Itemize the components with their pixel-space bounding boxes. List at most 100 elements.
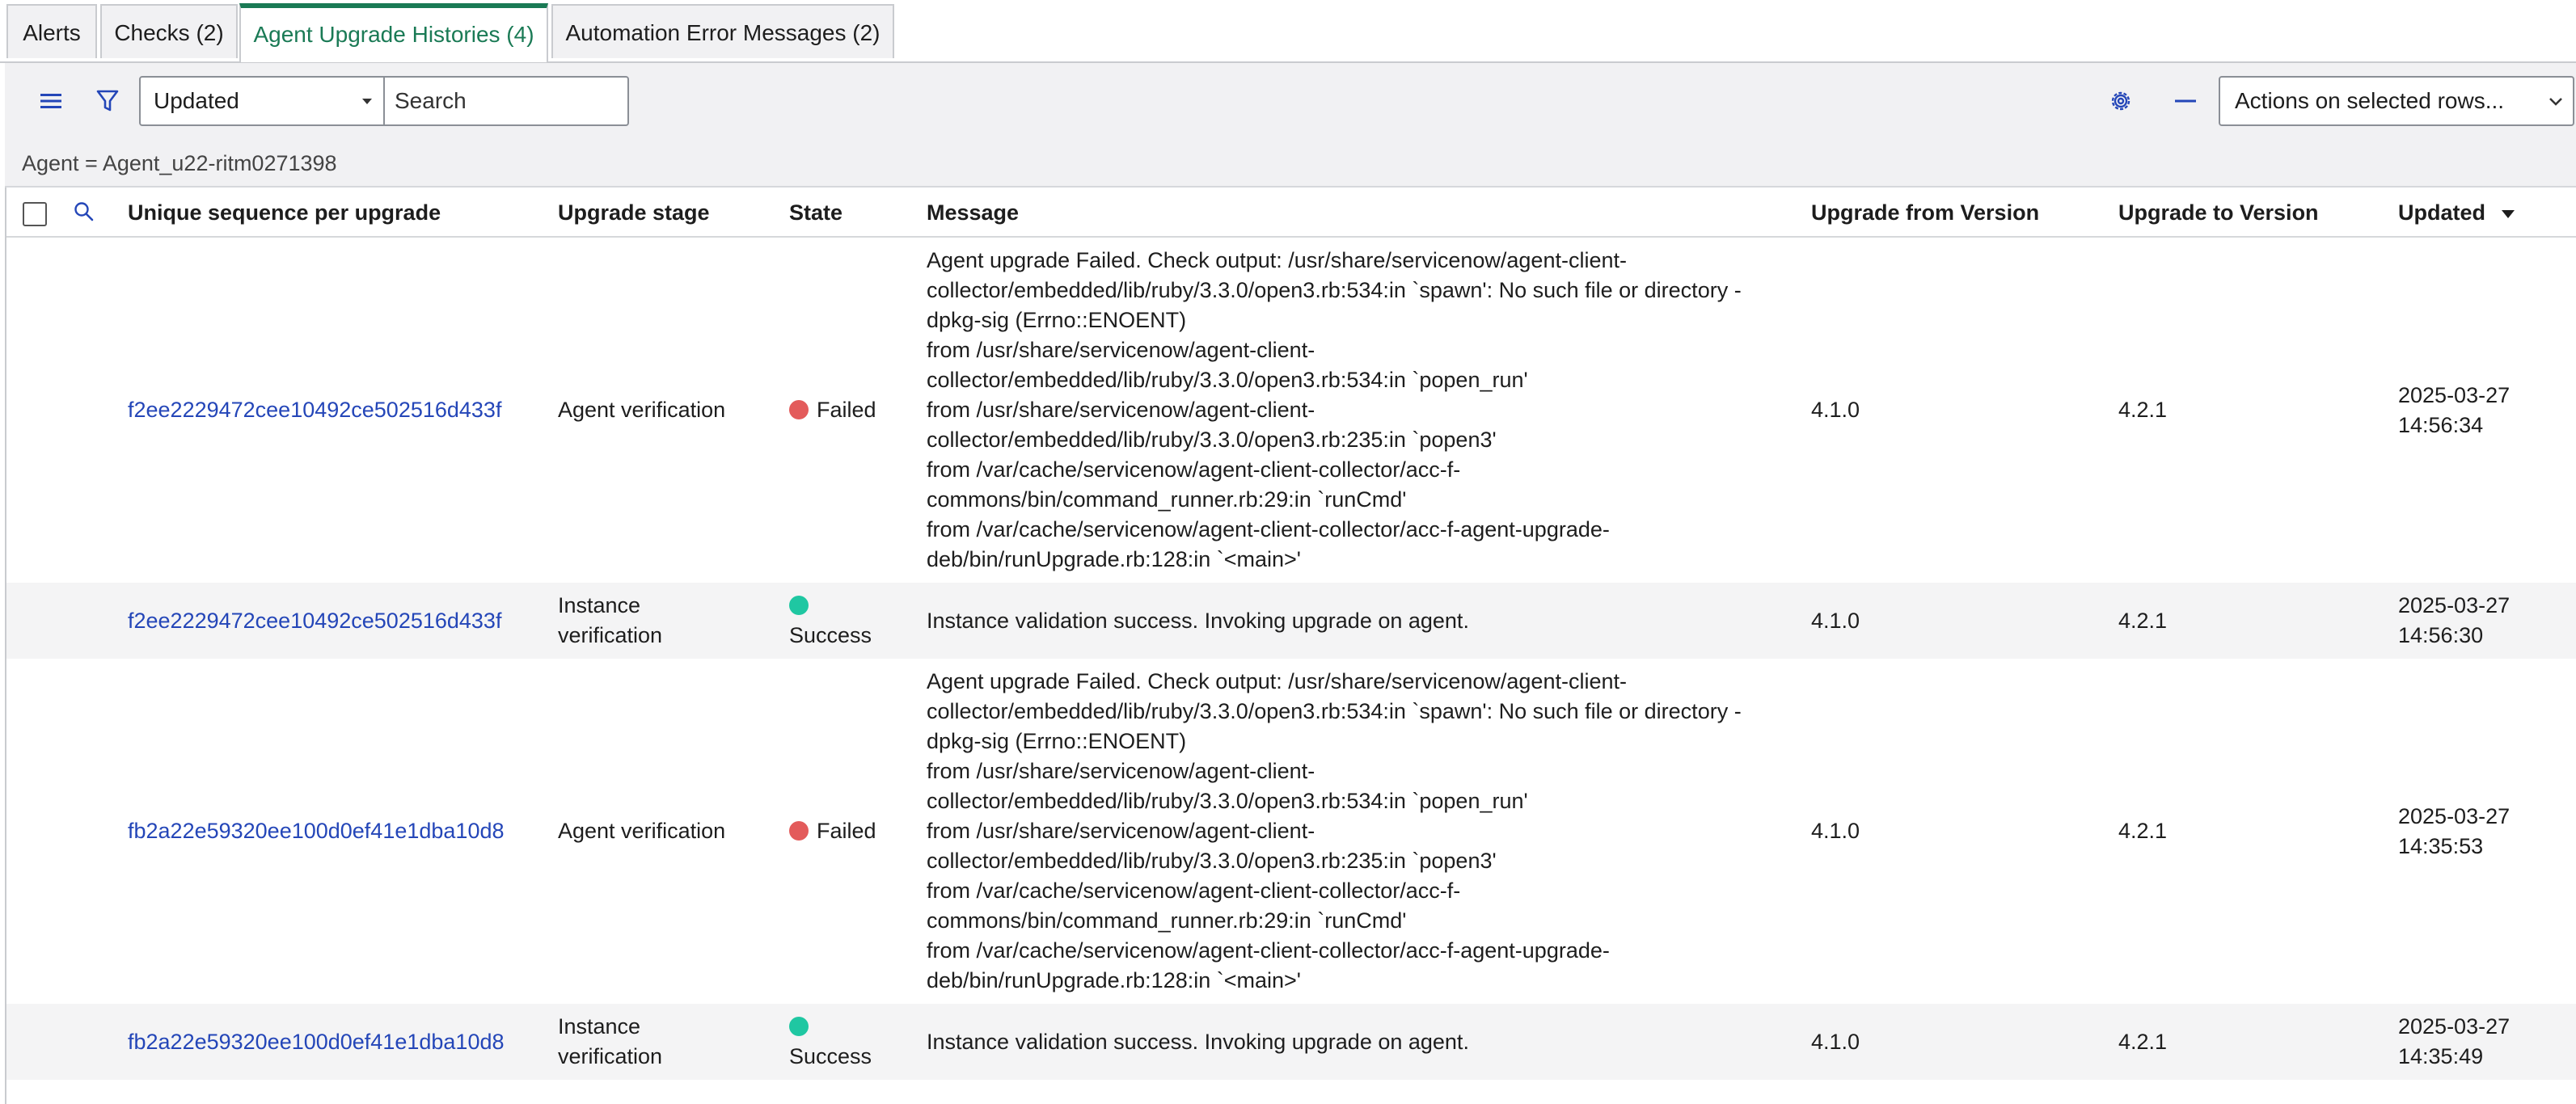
table-header: Unique sequence per upgrade Upgrade stag… <box>6 189 2576 238</box>
state-label: Failed <box>817 819 876 843</box>
updated-line: 2025-03-27 <box>2398 593 2511 617</box>
upgrade-stage-line: verification <box>558 1044 663 1068</box>
sequence-link[interactable]: fb2a22e59320ee100d0ef41e1dba10d8 <box>128 1027 505 1057</box>
caret-down-icon <box>362 99 372 104</box>
actions-select-label: Actions on selected rows... <box>2235 88 2505 113</box>
upgrade-stage-line: Agent verification <box>558 398 726 422</box>
table-row[interactable]: fb2a22e59320ee100d0ef41e1dba10d8 Instance… <box>6 1004 2576 1080</box>
message-line: collector/embedded/lib/ruby/3.3.0/open3.… <box>927 368 1528 392</box>
upgrade-from-version: 4.1.0 <box>1811 819 1860 843</box>
message-cell: Agent upgrade Failed. Check output: /usr… <box>927 667 1784 996</box>
message-line: collector/embedded/lib/ruby/3.3.0/open3.… <box>927 428 1497 452</box>
updated-line: 2025-03-27 <box>2398 804 2511 828</box>
updated-line: 2025-03-27 <box>2398 1014 2511 1039</box>
tab-bar: Alerts Checks (2) Agent Upgrade Historie… <box>0 0 2576 63</box>
message-line: collector/embedded/lib/ruby/3.3.0/open3.… <box>927 699 1742 723</box>
tab-agent-upgrade-histories[interactable]: Agent Upgrade Histories (4) <box>239 3 548 62</box>
column-header-updated[interactable]: Updated <box>2398 189 2515 236</box>
tab-automation-error-messages[interactable]: Automation Error Messages (2) <box>551 4 894 58</box>
upgrade-to-version: 4.2.1 <box>2118 819 2168 843</box>
sort-field-select[interactable]: Updated <box>139 76 385 126</box>
state-cell: Success <box>789 1012 872 1072</box>
message-line: collector/embedded/lib/ruby/3.3.0/open3.… <box>927 278 1742 302</box>
tab-checks[interactable]: Checks (2) <box>100 4 238 58</box>
message-line: from /usr/share/servicenow/agent-client- <box>927 398 1315 422</box>
message-line: commons/bin/command_runner.rb:29:in `run… <box>927 487 1407 512</box>
filter-icon[interactable] <box>91 84 125 118</box>
failed-status-icon <box>789 400 809 419</box>
state-label: Failed <box>817 398 876 422</box>
message-line: collector/embedded/lib/ruby/3.3.0/open3.… <box>927 789 1528 813</box>
upgrade-stage: Agent verification <box>558 816 725 846</box>
updated-timestamp: 2025-03-27 14:56:30 <box>2398 591 2510 651</box>
message-line: from /var/cache/servicenow/agent-client-… <box>927 457 1461 482</box>
gear-icon[interactable] <box>2104 84 2138 118</box>
table-row[interactable]: f2ee2229472cee10492ce502516d433f Agent ve… <box>6 238 2576 583</box>
updated-line: 2025-03-27 <box>2398 383 2511 407</box>
column-header-to-version[interactable]: Upgrade to Version <box>2118 189 2319 236</box>
tab-alerts[interactable]: Alerts <box>6 4 97 58</box>
column-header-updated-label: Updated <box>2398 200 2485 225</box>
column-header-message[interactable]: Message <box>927 189 1019 236</box>
message-line: deb/bin/runUpgrade.rb:128:in `<main>' <box>927 968 1301 992</box>
upgrade-stage-line: Instance <box>558 1014 641 1039</box>
upgrade-to-version: 4.2.1 <box>2118 609 2168 633</box>
sequence-link[interactable]: f2ee2229472cee10492ce502516d433f <box>128 395 501 425</box>
column-header-stage[interactable]: Upgrade stage <box>558 189 710 236</box>
table-row[interactable]: fb2a22e59320ee100d0ef41e1dba10d8 Agent ve… <box>6 659 2576 1004</box>
column-header-state[interactable]: State <box>789 189 842 236</box>
upgrade-to-version: 4.2.1 <box>2118 398 2168 422</box>
message-line: from /usr/share/servicenow/agent-client- <box>927 819 1315 843</box>
message-line: from /var/cache/servicenow/agent-client-… <box>927 938 1610 963</box>
upgrade-stage-line: verification <box>558 623 663 647</box>
sort-field-value: Updated <box>154 88 239 113</box>
success-status-icon <box>789 596 809 615</box>
updated-line: 14:35:53 <box>2398 834 2484 858</box>
updated-line: 14:56:34 <box>2398 413 2484 437</box>
message-cell: Instance validation success. Invoking up… <box>927 1027 1784 1057</box>
updated-line: 14:56:30 <box>2398 623 2484 647</box>
message-line: dpkg-sig (Errno::ENOENT) <box>927 308 1187 332</box>
breadcrumb[interactable]: Agent = Agent_u22-ritm0271398 <box>5 139 2576 188</box>
message-line: Instance validation success. Invoking up… <box>927 609 1469 633</box>
column-header-sequence[interactable]: Unique sequence per upgrade <box>128 189 441 236</box>
upgrade-stage-line: Instance <box>558 593 641 617</box>
chevron-down-icon <box>2547 79 2565 141</box>
select-all-checkbox[interactable] <box>23 202 47 226</box>
success-status-icon <box>789 1017 809 1036</box>
updated-line: 14:35:49 <box>2398 1044 2484 1068</box>
column-header-from-version[interactable]: Upgrade from Version <box>1811 189 2039 236</box>
failed-status-icon <box>789 821 809 841</box>
table-row[interactable]: f2ee2229472cee10492ce502516d433f Instance… <box>6 583 2576 659</box>
upgrade-from-version: 4.1.0 <box>1811 398 1860 422</box>
search-input[interactable] <box>383 76 629 126</box>
upgrade-to-version: 4.2.1 <box>2118 1030 2168 1054</box>
upgrade-stage: Instance verification <box>558 591 662 651</box>
message-line: Agent upgrade Failed. Check output: /usr… <box>927 669 1627 693</box>
sort-desc-icon <box>2501 210 2515 218</box>
state-cell: Failed <box>789 395 876 425</box>
message-line: deb/bin/runUpgrade.rb:128:in `<main>' <box>927 547 1301 571</box>
actions-select[interactable]: Actions on selected rows... <box>2219 76 2574 126</box>
upgrade-stage: Agent verification <box>558 395 725 425</box>
message-line: from /usr/share/servicenow/agent-client- <box>927 759 1315 783</box>
collapse-icon[interactable] <box>2168 84 2202 118</box>
message-line: dpkg-sig (Errno::ENOENT) <box>927 729 1187 753</box>
message-line: from /usr/share/servicenow/agent-client- <box>927 338 1315 362</box>
message-line: from /var/cache/servicenow/agent-client-… <box>927 517 1610 541</box>
search-icon[interactable] <box>73 200 95 227</box>
list-menu-icon[interactable] <box>34 84 68 118</box>
message-line: collector/embedded/lib/ruby/3.3.0/open3.… <box>927 849 1497 873</box>
message-line: Agent upgrade Failed. Check output: /usr… <box>927 248 1627 272</box>
updated-timestamp: 2025-03-27 14:56:34 <box>2398 381 2510 440</box>
state-cell: Failed <box>789 816 876 846</box>
updated-timestamp: 2025-03-27 14:35:53 <box>2398 802 2510 862</box>
sequence-link[interactable]: f2ee2229472cee10492ce502516d433f <box>128 606 501 636</box>
state-label: Success <box>789 1044 872 1068</box>
list-toolbar: Updated Actions on selected rows... <box>5 63 2576 139</box>
state-cell: Success <box>789 591 872 651</box>
state-label: Success <box>789 623 872 647</box>
sequence-link[interactable]: fb2a22e59320ee100d0ef41e1dba10d8 <box>128 816 505 846</box>
upgrade-from-version: 4.1.0 <box>1811 1030 1860 1054</box>
upgrade-from-version: 4.1.0 <box>1811 609 1860 633</box>
